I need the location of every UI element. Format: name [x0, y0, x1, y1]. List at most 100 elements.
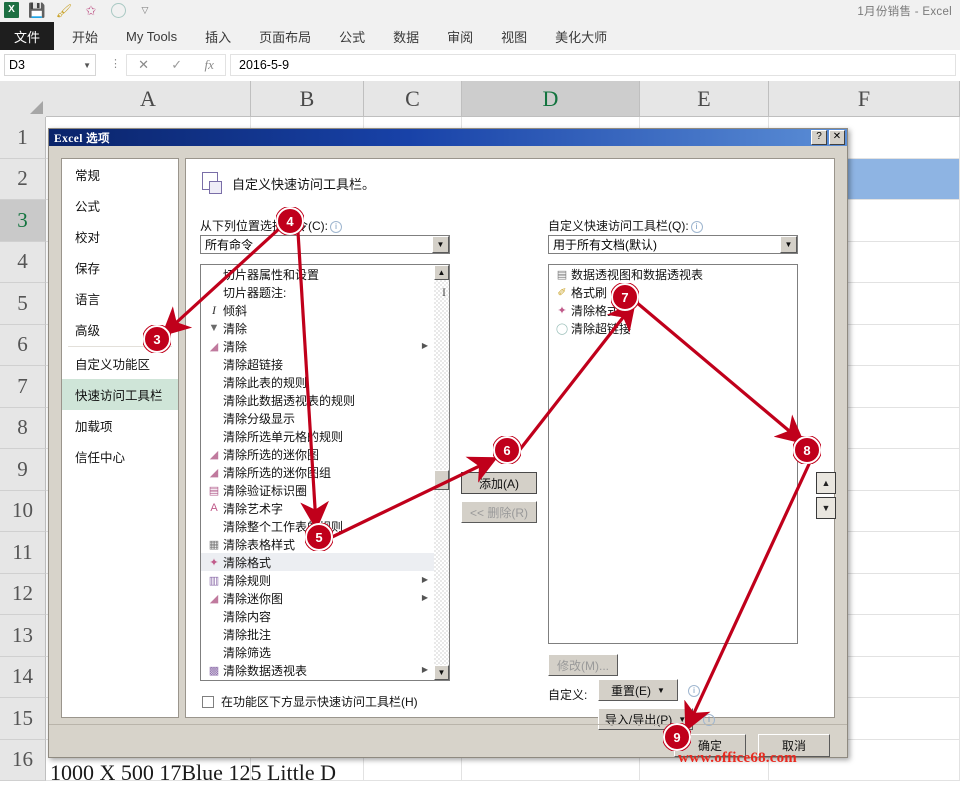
command-list-item[interactable]: 清除内容 [201, 607, 434, 625]
row-header-15[interactable]: 15 [0, 698, 46, 740]
accept-icon[interactable]: ✓ [171, 57, 182, 73]
formula-bar-handle[interactable]: ⋮ [110, 59, 121, 70]
row-header-8[interactable]: 8 [0, 408, 46, 450]
dialog-title-bar[interactable]: Excel 选项 ? ✕ [49, 129, 847, 146]
nav-item-9[interactable]: 信任中心 [62, 441, 178, 472]
save-icon[interactable]: 💾 [28, 1, 46, 19]
tab-file[interactable]: 文件 [0, 22, 54, 50]
tab-6[interactable]: 审阅 [433, 22, 487, 50]
left-list-scrollbar[interactable]: ▲ ▼ [434, 265, 449, 680]
command-list-item[interactable]: ▦清除表格样式 [201, 535, 434, 553]
info-icon[interactable]: i [691, 221, 703, 233]
row-header-1[interactable]: 1 [0, 117, 46, 159]
row-header-7[interactable]: 7 [0, 366, 46, 408]
command-list-item[interactable]: ▼清除 [201, 319, 434, 337]
command-list-item[interactable]: 清除分级显示 [201, 409, 434, 427]
row-header-9[interactable]: 9 [0, 449, 46, 491]
close-button[interactable]: ✕ [829, 130, 845, 145]
qat-list-item[interactable]: ▤数据透视图和数据透视表 [549, 265, 797, 283]
tab-5[interactable]: 数据 [379, 22, 433, 50]
row-header-11[interactable]: 11 [0, 532, 46, 574]
row-header-2[interactable]: 2 [0, 159, 46, 201]
name-box[interactable]: D3 ▼ [4, 54, 96, 76]
nav-item-7[interactable]: 快速访问工具栏 [62, 379, 178, 410]
command-list-item[interactable]: ▤清除验证标识圈 [201, 481, 434, 499]
row-header-3[interactable]: 3 [0, 200, 46, 242]
row-header-14[interactable]: 14 [0, 657, 46, 699]
row-header-12[interactable]: 12 [0, 574, 46, 616]
command-list-item[interactable]: 切片器属性和设置 [201, 265, 434, 283]
command-list-item[interactable]: ▩清除数据透视表▶ [201, 661, 434, 679]
command-list-item[interactable]: ✦清除格式 [201, 553, 434, 571]
show-below-ribbon-checkbox[interactable]: 在功能区下方显示快速访问工具栏(H) [202, 693, 418, 710]
import-export-button[interactable]: 导入/导出(P)▼ [598, 708, 693, 730]
chevron-down-icon[interactable]: ▼ [83, 61, 91, 70]
command-list-item[interactable]: 清除所选单元格的规则 [201, 427, 434, 445]
scrollbar-thumb[interactable] [434, 470, 449, 490]
info-icon[interactable]: i [330, 221, 342, 233]
qat-list-item[interactable]: ✐格式刷 [549, 283, 797, 301]
tab-7[interactable]: 视图 [487, 22, 541, 50]
nav-item-4[interactable]: 语言 [62, 283, 178, 314]
customize-qat-combo[interactable]: 用于所有文档(默认) ▼ [548, 235, 798, 254]
format-painter-icon[interactable]: 🖌 [55, 1, 73, 19]
column-header-A[interactable]: A [46, 81, 251, 117]
chevron-down-icon[interactable]: ▼ [432, 236, 449, 253]
nav-item-8[interactable]: 加载项 [62, 410, 178, 441]
command-list-item[interactable]: 清除筛选 [201, 643, 434, 661]
clear-format-icon[interactable]: ✩ [82, 1, 100, 19]
command-list-item[interactable]: ✕清除所有数据透视 [201, 679, 434, 680]
add-button[interactable]: 添加(A) [461, 472, 537, 494]
qat-dropdown-icon[interactable]: ▽ [136, 1, 154, 19]
command-list-item[interactable]: ◢清除▶ [201, 337, 434, 355]
qat-list-item[interactable]: ✦清除格式 [549, 301, 797, 319]
row-header-10[interactable]: 10 [0, 491, 46, 533]
column-header-D[interactable]: D [462, 81, 640, 117]
row-header-4[interactable]: 4 [0, 242, 46, 284]
choose-commands-combo[interactable]: 所有命令 ▼ [200, 235, 450, 254]
command-list-item[interactable]: ▥清除规则▶ [201, 571, 434, 589]
command-list-item[interactable]: ◢清除迷你图▶ [201, 589, 434, 607]
checkbox-box[interactable] [202, 696, 214, 708]
nav-item-1[interactable]: 公式 [62, 190, 178, 221]
command-list-item[interactable]: A清除艺术字 [201, 499, 434, 517]
command-list-item[interactable]: 清除批注 [201, 625, 434, 643]
chevron-down-icon[interactable]: ▼ [780, 236, 797, 253]
column-header-E[interactable]: E [640, 81, 769, 117]
tab-8[interactable]: 美化大师 [541, 22, 621, 50]
scroll-down-icon[interactable]: ▼ [434, 665, 449, 680]
row-header-16[interactable]: 16 [0, 740, 46, 782]
formula-input[interactable]: 2016-5-9 [230, 54, 956, 76]
command-list-item[interactable]: 切片器题注: [201, 283, 434, 301]
command-list-item[interactable]: ◢清除所选的迷你图 [201, 445, 434, 463]
tab-2[interactable]: 插入 [191, 22, 245, 50]
tab-0[interactable]: 开始 [58, 22, 112, 50]
move-down-button[interactable]: ▼ [816, 497, 836, 519]
command-list-item[interactable]: I倾斜 [201, 301, 434, 319]
info-icon[interactable]: i [688, 685, 700, 697]
column-header-B[interactable]: B [251, 81, 364, 117]
nav-item-2[interactable]: 校对 [62, 221, 178, 252]
move-up-button[interactable]: ▲ [816, 472, 836, 494]
scroll-up-icon[interactable]: ▲ [434, 265, 449, 280]
command-list-item[interactable]: 清除整个工作表的规则 [201, 517, 434, 535]
nav-item-3[interactable]: 保存 [62, 252, 178, 283]
insert-function-icon[interactable]: fx [204, 57, 213, 73]
help-button[interactable]: ? [811, 130, 827, 145]
tab-1[interactable]: My Tools [112, 22, 191, 50]
nav-item-6[interactable]: 自定义功能区 [62, 348, 178, 379]
qat-items-list[interactable]: ▤数据透视图和数据透视表✐格式刷✦清除格式◯清除超链接 [548, 264, 798, 644]
column-header-C[interactable]: C [364, 81, 462, 117]
tab-4[interactable]: 公式 [325, 22, 379, 50]
command-list-item[interactable]: ◢清除所选的迷你图组 [201, 463, 434, 481]
command-list-item[interactable]: 清除超链接 [201, 355, 434, 373]
nav-item-0[interactable]: 常规 [62, 159, 178, 190]
row-header-5[interactable]: 5 [0, 283, 46, 325]
row-header-13[interactable]: 13 [0, 615, 46, 657]
reset-button[interactable]: 重置(E)▼ [598, 679, 678, 701]
available-commands-list[interactable]: 切片器属性和设置切片器题注:I倾斜▼清除◢清除▶清除超链接清除此表的规则清除此数… [200, 264, 450, 681]
cancel-icon[interactable]: ✕ [138, 57, 149, 73]
row-header-6[interactable]: 6 [0, 325, 46, 367]
command-list-item[interactable]: 清除此数据透视表的规则 [201, 391, 434, 409]
nav-item-5[interactable]: 高级 [62, 314, 178, 345]
